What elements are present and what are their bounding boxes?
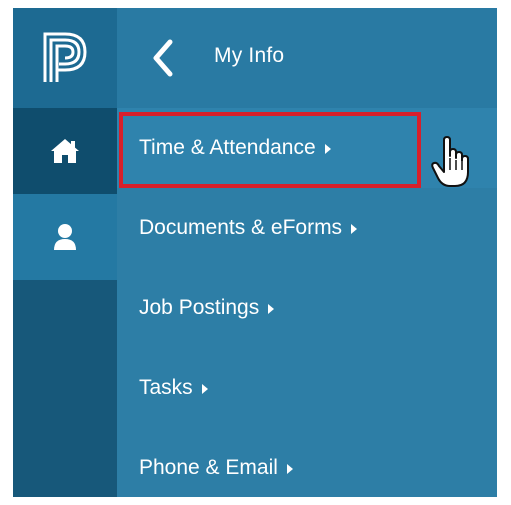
menu-item-label: Job Postings	[139, 296, 260, 319]
menu-item-documents-eforms[interactable]: Documents & eForms	[117, 188, 497, 268]
app-logo[interactable]	[13, 8, 117, 108]
rail-profile-button[interactable]	[13, 194, 117, 280]
menu-item-phone-email[interactable]: Phone & Email	[117, 428, 497, 497]
hand-pointer-icon	[431, 136, 469, 187]
menu-item-label: Documents & eForms	[139, 216, 343, 239]
chevron-left-icon	[153, 39, 173, 77]
caret-right-icon	[268, 304, 275, 314]
back-button[interactable]	[145, 36, 181, 80]
home-icon	[51, 139, 79, 163]
powerschool-logo-icon	[43, 32, 87, 82]
panel-header: My Info	[117, 8, 497, 108]
caret-right-icon	[286, 464, 293, 474]
nav-rail	[13, 8, 117, 497]
rail-home-button[interactable]	[13, 108, 117, 194]
menu-item-job-postings[interactable]: Job Postings	[117, 268, 497, 348]
caret-right-icon	[351, 224, 358, 234]
menu-item-label: Tasks	[139, 376, 193, 399]
caret-right-icon	[201, 384, 208, 394]
myinfo-screen: My Info Time & Attendance Documents & eF…	[13, 8, 497, 497]
page-title: My Info	[214, 44, 285, 67]
menu-item-label: Time & Attendance	[139, 136, 316, 159]
user-icon	[54, 224, 76, 250]
myinfo-panel: My Info Time & Attendance Documents & eF…	[117, 8, 497, 497]
menu-item-tasks[interactable]: Tasks	[117, 348, 497, 428]
menu-item-label: Phone & Email	[139, 456, 278, 479]
caret-right-icon	[324, 144, 331, 154]
